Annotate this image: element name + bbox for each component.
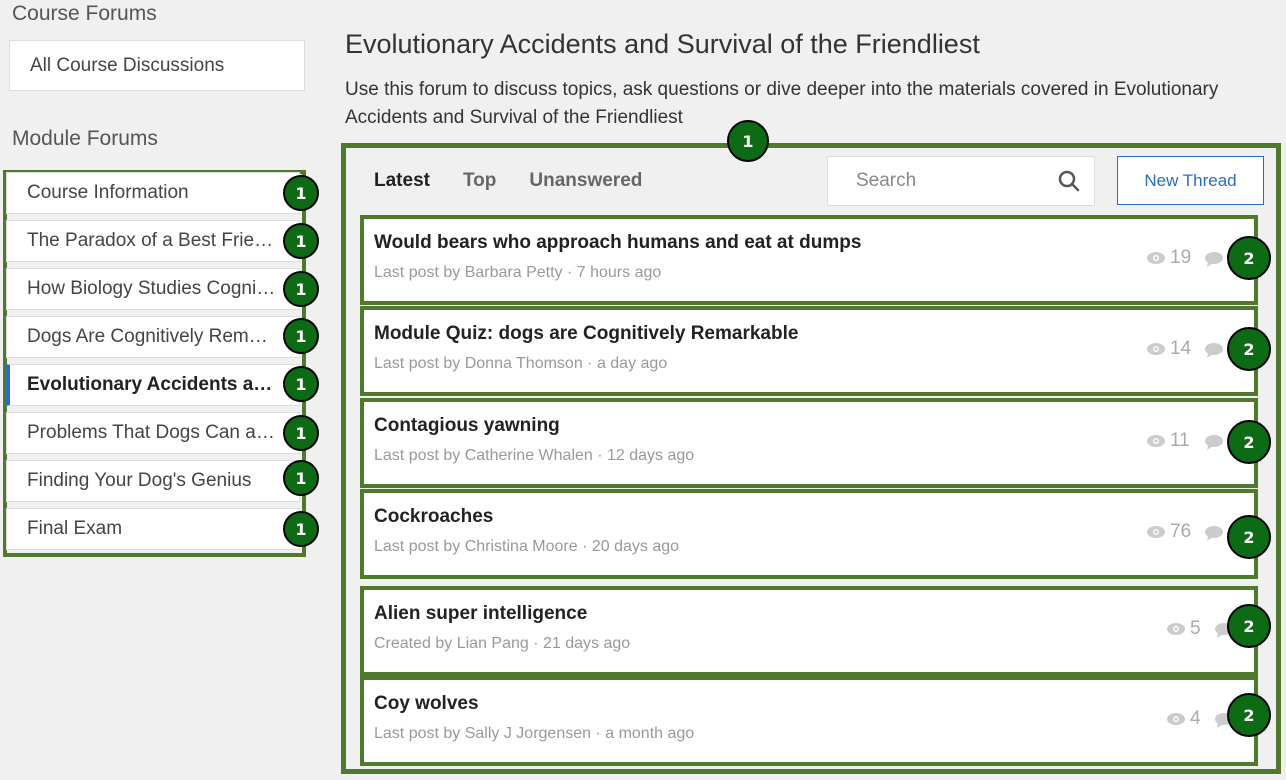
search-icon[interactable] (1058, 170, 1080, 192)
annotation-badge: 2 (1227, 693, 1271, 737)
view-count-value: 14 (1170, 338, 1192, 359)
all-course-discussions-link[interactable]: All Course Discussions (9, 40, 305, 91)
search-placeholder: Search (856, 170, 917, 191)
view-count-value: 5 (1190, 618, 1201, 639)
view-count-value: 11 (1170, 430, 1190, 451)
thread-meta: Last post by Barbara Petty · 7 hours ago (374, 264, 662, 281)
page-description: Use this forum to discuss topics, ask qu… (345, 79, 1219, 128)
view-count: 4 (1166, 708, 1201, 730)
tab-latest[interactable]: Latest (374, 170, 430, 192)
tab-top[interactable]: Top (463, 170, 496, 192)
comment-icon (1205, 526, 1223, 541)
thread-title[interactable]: Would bears who approach humans and eat … (374, 232, 861, 254)
module-item-label: The Paradox of a Best Frien… (27, 230, 277, 251)
thread-title[interactable]: Coy wolves (374, 693, 479, 715)
module-item-genius[interactable]: Finding Your Dog's Genius (6, 460, 300, 502)
thread-row[interactable]: Module Quiz: dogs are Cognitively Remark… (360, 306, 1258, 396)
annotation-badge: 2 (1227, 604, 1271, 648)
annotation-badge: 2 (1227, 515, 1271, 559)
view-count: 76 (1146, 521, 1191, 543)
sidebar: Course Forums All Course Discussions Mod… (0, 0, 320, 780)
thread-title[interactable]: Cockroaches (374, 506, 493, 528)
annotation-badge: 2 (1227, 420, 1271, 464)
eye-icon (1167, 623, 1185, 635)
annotation-badge: 2 (1227, 236, 1271, 280)
thread-row[interactable]: Contagious yawning Last post by Catherin… (360, 398, 1258, 488)
comment-icon (1205, 252, 1223, 267)
module-item-biology[interactable]: How Biology Studies Cognit… (6, 268, 300, 310)
thread-title[interactable]: Contagious yawning (374, 415, 560, 437)
annotation-badge: 1 (283, 318, 319, 354)
annotation-badge: 1 (283, 366, 319, 402)
view-count-value: 76 (1170, 521, 1192, 542)
thread-meta: Last post by Donna Thomson · a day ago (374, 355, 668, 372)
module-item-label: Course Information (27, 182, 189, 203)
eye-icon (1147, 435, 1165, 447)
thread-title[interactable]: Module Quiz: dogs are Cognitively Remark… (374, 323, 798, 345)
thread-meta: Last post by Christina Moore · 20 days a… (374, 538, 680, 555)
module-item-label: How Biology Studies Cognit… (27, 278, 277, 299)
eye-icon (1147, 252, 1165, 264)
search-input[interactable]: Search (827, 156, 1095, 206)
view-count-value: 4 (1190, 708, 1201, 729)
eye-icon (1147, 343, 1165, 355)
eye-icon (1167, 713, 1185, 725)
module-item-evolutionary-accidents[interactable]: Evolutionary Accidents a… (6, 364, 300, 406)
view-count: 11 (1146, 430, 1190, 452)
annotation-badge: 2 (1227, 327, 1271, 371)
module-forums-heading: Module Forums (12, 127, 158, 150)
module-item-problems[interactable]: Problems That Dogs Can an… (6, 412, 300, 454)
thread-row[interactable]: Coy wolves Last post by Sally J Jorgense… (360, 676, 1258, 766)
annotation-badge: 1 (283, 175, 319, 211)
module-item-final-exam[interactable]: Final Exam (6, 508, 300, 550)
thread-tabs: Latest Top Unanswered (374, 170, 642, 192)
annotation-badge: 1 (727, 120, 769, 162)
module-item-label: Problems That Dogs Can an… (27, 422, 277, 443)
eye-icon (1147, 526, 1165, 538)
thread-meta: Last post by Sally J Jorgensen · a month… (374, 725, 695, 742)
thread-title[interactable]: Alien super intelligence (374, 603, 587, 625)
annotation-badge: 1 (283, 415, 319, 451)
tab-unanswered[interactable]: Unanswered (529, 170, 642, 192)
annotation-badge: 1 (283, 460, 319, 496)
module-item-label: Evolutionary Accidents a… (27, 374, 273, 395)
view-count-value: 19 (1170, 247, 1192, 268)
annotation-badge: 1 (283, 223, 319, 259)
module-item-label: Finding Your Dog's Genius (27, 470, 252, 491)
annotation-badge: 1 (283, 271, 319, 307)
thread-meta: Last post by Catherine Whalen · 12 days … (374, 447, 695, 464)
thread-meta: Created by Lian Pang · 21 days ago (374, 635, 631, 652)
thread-row[interactable]: Cockroaches Last post by Christina Moore… (360, 489, 1258, 579)
page-title: Evolutionary Accidents and Survival of t… (345, 29, 980, 59)
view-count: 19 (1146, 247, 1191, 269)
module-item-dogs-remarkable[interactable]: Dogs Are Cognitively Remar… (6, 316, 300, 358)
comment-icon (1205, 435, 1223, 450)
thread-row[interactable]: Would bears who approach humans and eat … (360, 215, 1258, 305)
module-item-paradox[interactable]: The Paradox of a Best Frien… (6, 220, 300, 262)
thread-row[interactable]: Alien super intelligence Created by Lian… (360, 586, 1258, 676)
module-item-label: Final Exam (27, 518, 123, 539)
annotation-badge: 1 (283, 511, 319, 547)
module-item-label: Dogs Are Cognitively Remar… (27, 326, 277, 347)
new-thread-button[interactable]: New Thread (1117, 156, 1264, 205)
comment-icon (1205, 343, 1223, 358)
view-count: 5 (1166, 618, 1201, 640)
view-count: 14 (1146, 338, 1191, 360)
course-forums-heading: Course Forums (12, 2, 157, 25)
module-item-course-information[interactable]: Course Information (6, 172, 300, 214)
